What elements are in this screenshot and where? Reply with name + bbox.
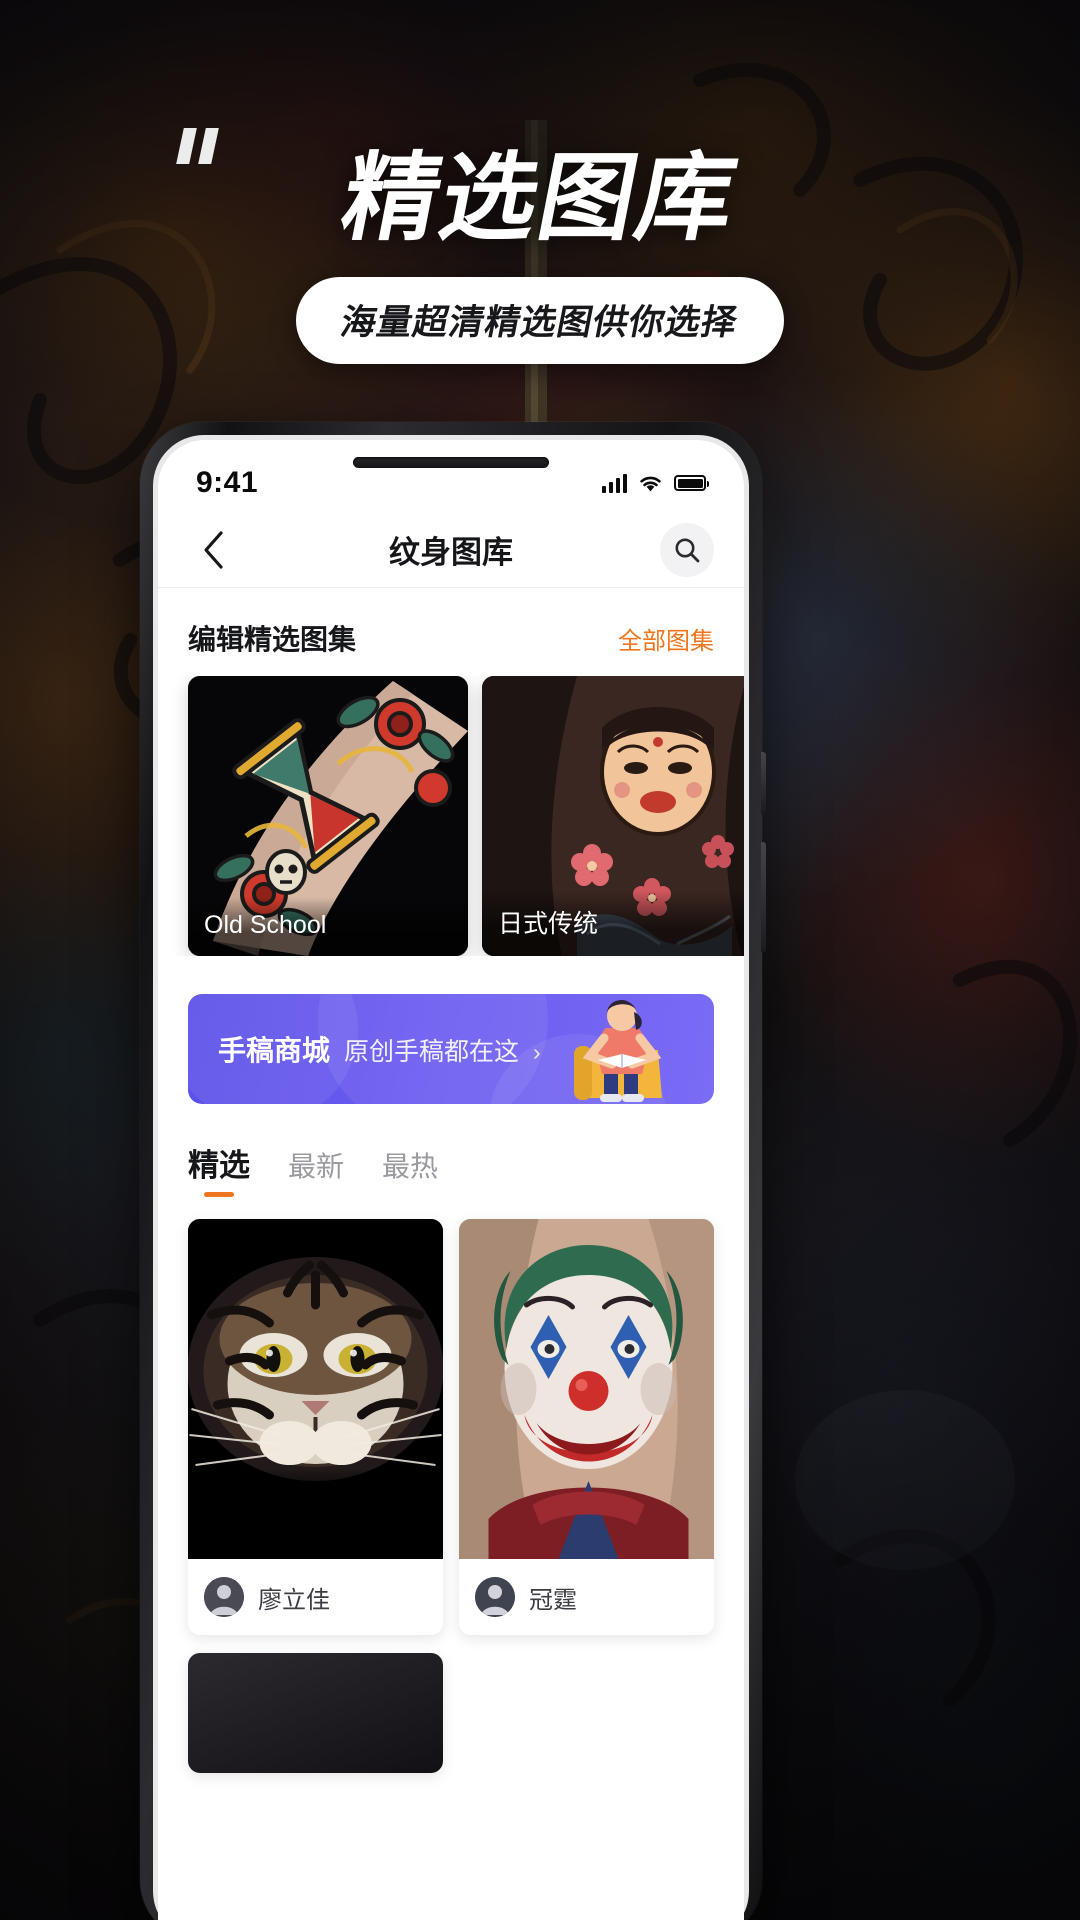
collection-caption: Old School [188,897,468,956]
feed-post[interactable] [188,1653,443,1773]
post-thumbnail [188,1219,443,1559]
search-icon[interactable] [660,522,714,577]
banner-arrow-icon: › [533,1039,541,1065]
post-thumbnail [188,1653,443,1773]
tab-hottest[interactable]: 最热 [382,1145,438,1199]
collection-card[interactable]: Old School [188,676,468,956]
phone-bezel: 9:41 纹身图库 编辑精选图集 全部图集 Old School 日式传统 手稿… [153,435,749,1920]
signal-bars-icon [602,473,627,493]
collection-caption: 日式传统 [482,890,744,956]
tab-featured[interactable]: 精选 [188,1140,250,1199]
post-meta: 廖立佳 [188,1559,443,1635]
collections-title: 编辑精选图集 [188,624,357,655]
wifi-icon [638,474,663,493]
volume-button[interactable] [761,752,766,814]
power-button[interactable] [761,842,766,952]
tab-newest[interactable]: 最新 [288,1145,344,1199]
page-title: 精选图库 [333,142,747,254]
collections-section-header: 编辑精选图集 全部图集 [158,588,744,676]
banner-subtitle: 原创手稿都在这 [344,1038,520,1066]
feed-post[interactable]: 廖立佳 [188,1219,443,1635]
collections-carousel[interactable]: Old School 日式传统 [158,676,744,956]
manuscript-shop-banner[interactable]: 手稿商城 原创手稿都在这 › [188,994,714,1104]
post-author[interactable]: 冠霆 [529,1580,577,1615]
avatar[interactable] [475,1577,515,1617]
subtitle-text: 海量超清精选图供你选择 [337,303,742,343]
battery-icon [674,475,709,491]
collection-card[interactable]: 日式传统 [482,676,744,956]
feed-post[interactable]: 冠霆 [459,1219,714,1635]
phone-mockup: 9:41 纹身图库 编辑精选图集 全部图集 Old School 日式传统 手稿… [140,422,766,1920]
nav-title: 纹身图库 [389,535,513,570]
status-clock: 9:41 [196,466,259,499]
banner-title: 手稿商城 [218,1035,331,1066]
person-reading-icon [558,994,688,1104]
post-meta: 冠霆 [459,1559,714,1635]
feed-tabs[interactable]: 精选 最新 最热 [158,1104,744,1199]
post-thumbnail [459,1219,714,1559]
status-bar: 9:41 [158,440,744,512]
phone-screen: 9:41 纹身图库 编辑精选图集 全部图集 Old School 日式传统 手稿… [158,440,744,1920]
photo-feed: 廖立佳 冠霆 [158,1199,744,1773]
nav-bar: 纹身图库 [158,512,744,588]
post-author[interactable]: 廖立佳 [258,1580,330,1615]
all-collections-link[interactable]: 全部图集 [618,621,714,656]
avatar[interactable] [204,1577,244,1617]
subtitle-pill: 海量超清精选图供你选择 [295,277,785,364]
feed-column-left: 廖立佳 [188,1219,443,1773]
back-chevron-icon[interactable] [188,524,240,576]
feed-column-right: 冠霆 [459,1219,714,1773]
earpiece-speaker [353,457,549,468]
